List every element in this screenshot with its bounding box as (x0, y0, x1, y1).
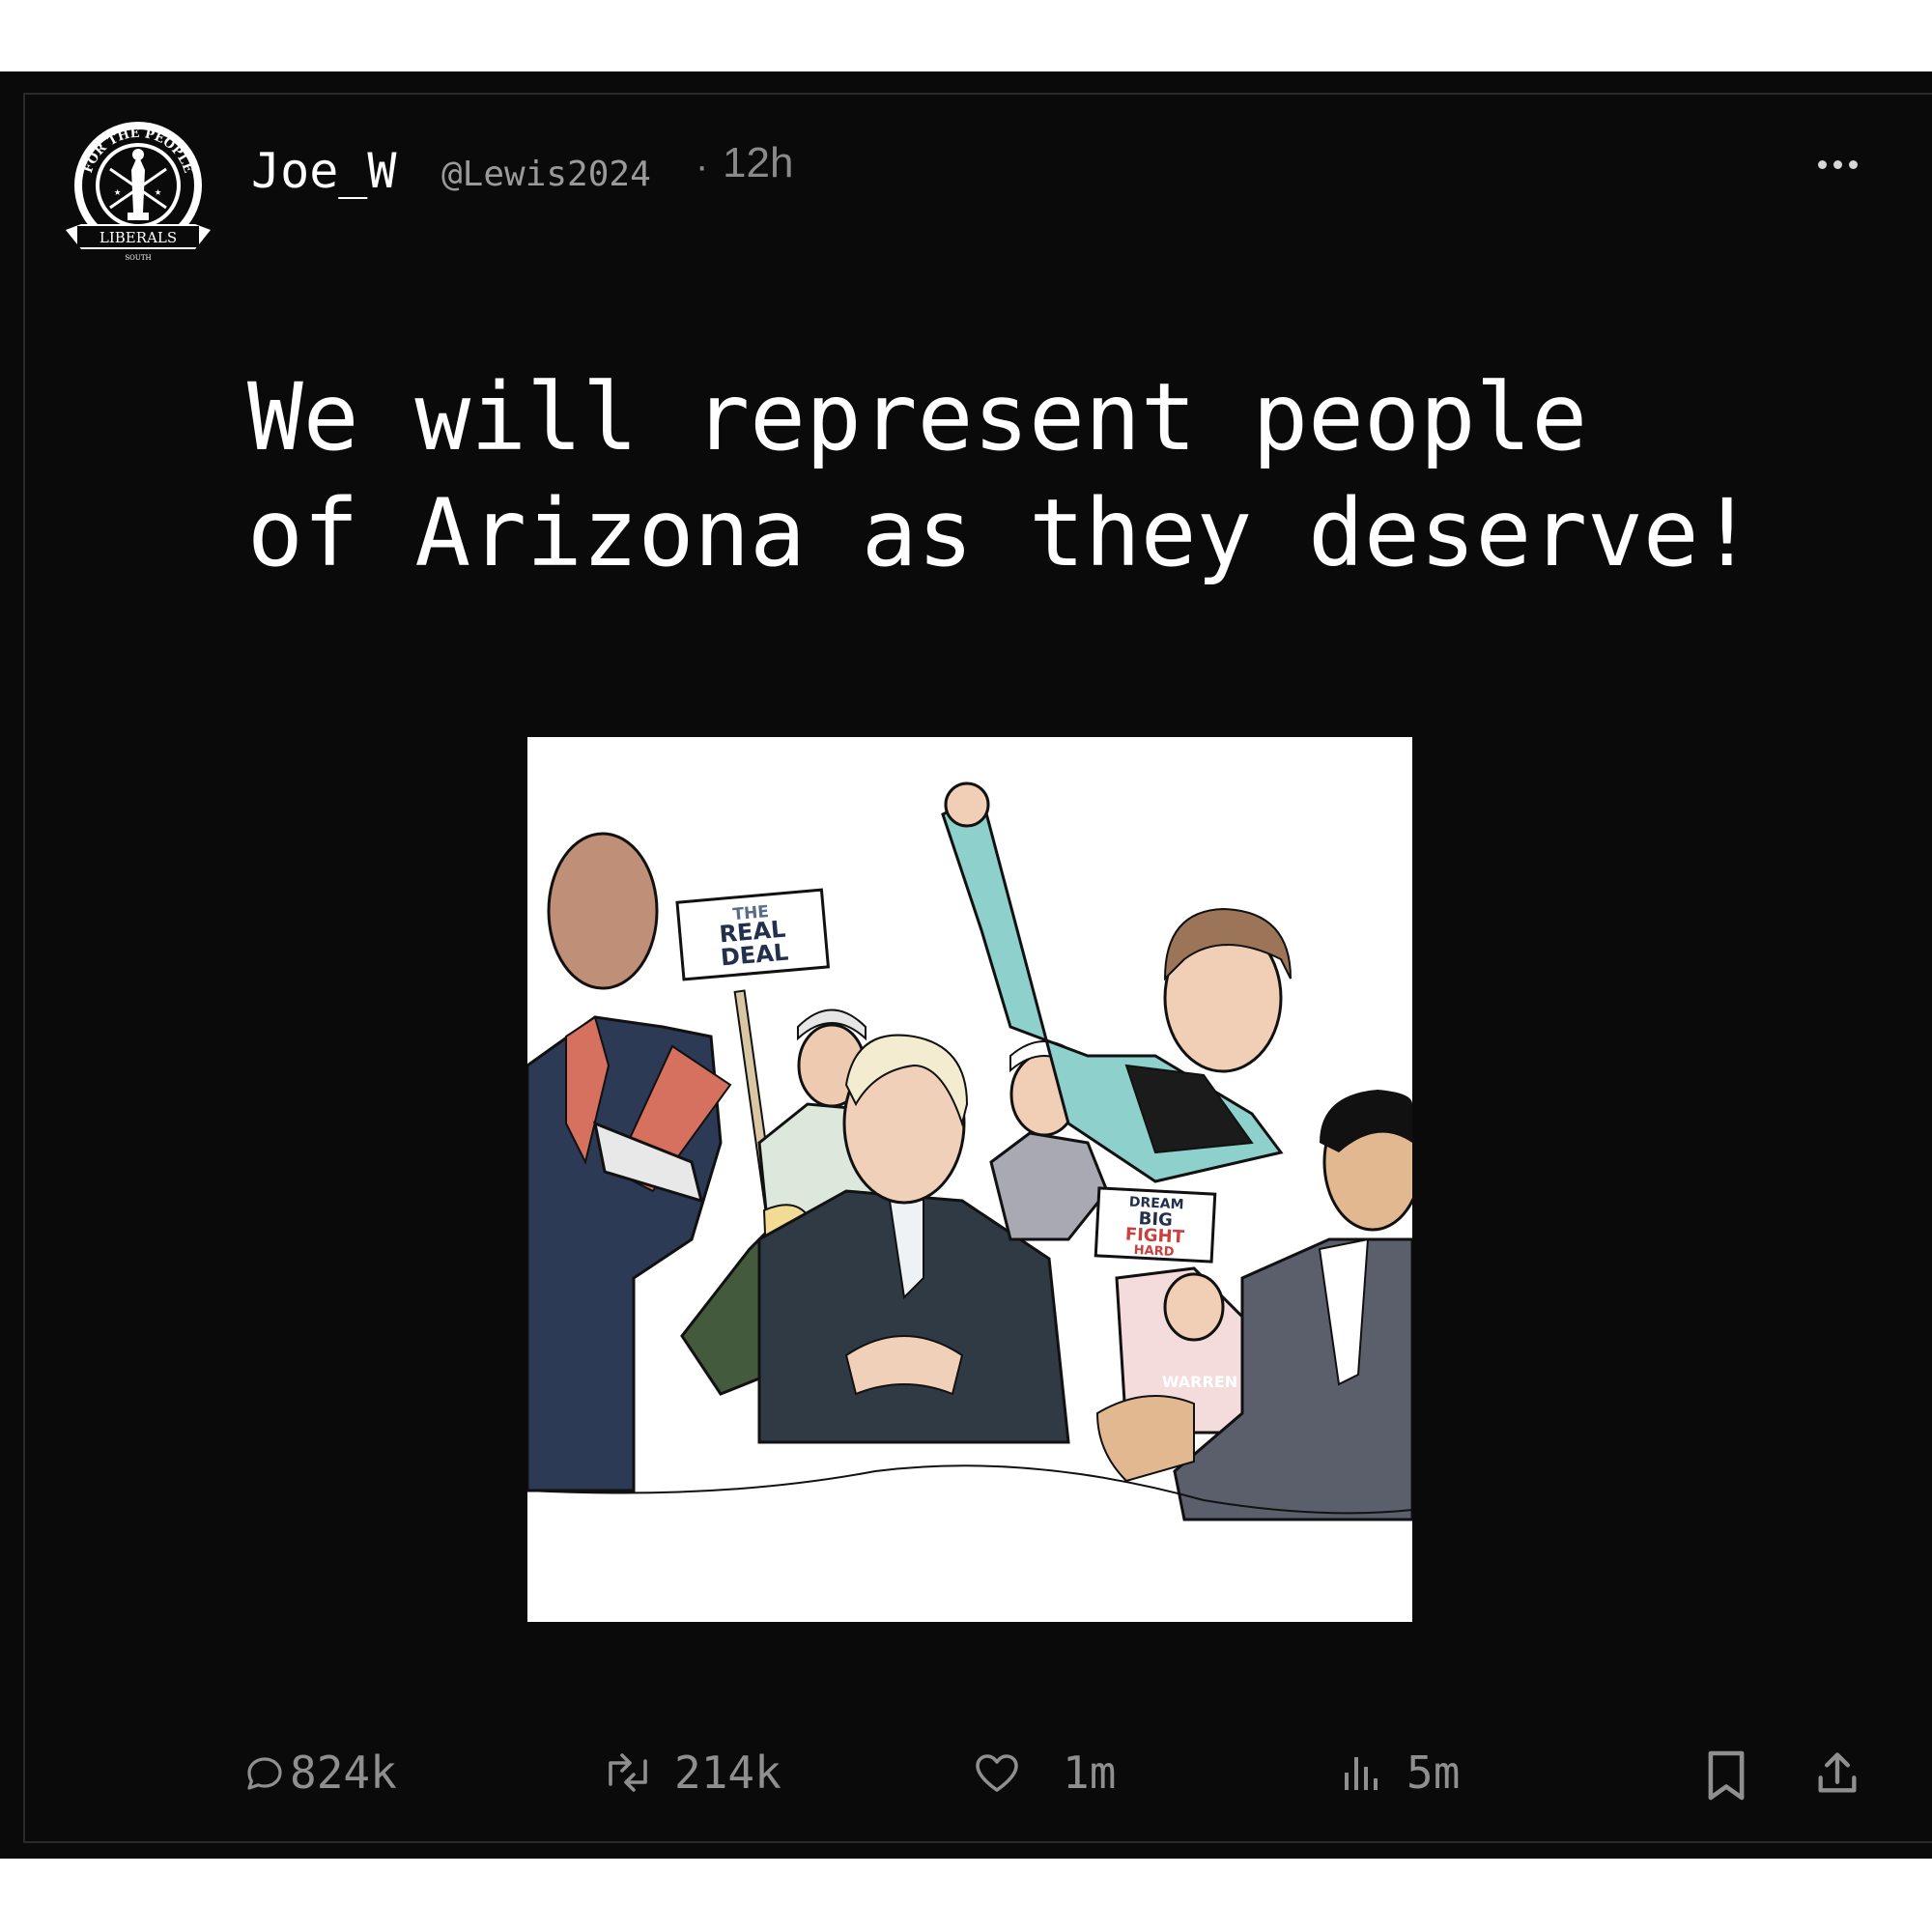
share-icon (1818, 1752, 1857, 1793)
timestamp[interactable]: 12h (723, 139, 793, 187)
svg-text:SOUTH: SOUTH (125, 254, 151, 262)
views-count: 5m (1406, 1747, 1461, 1799)
tweet-text: We will represent people of Arizona as t… (247, 363, 1755, 587)
share-button[interactable] (1812, 1748, 1862, 1799)
like-count: 1m (1063, 1747, 1117, 1799)
svg-text:HARD: HARD (1133, 1243, 1175, 1260)
reply-icon (247, 1757, 282, 1790)
svg-text:★: ★ (114, 185, 121, 198)
like-button[interactable]: 1m (972, 1747, 1116, 1799)
svg-text:★: ★ (155, 185, 161, 198)
heart-icon (976, 1754, 1018, 1792)
retweet-icon (609, 1753, 647, 1792)
display-name[interactable]: Joe_W (251, 143, 397, 199)
separator-dot: · (696, 145, 709, 187)
more-icon[interactable] (1812, 145, 1862, 184)
bookmark-icon (1708, 1750, 1745, 1801)
views-button[interactable]: 5m (1339, 1747, 1460, 1799)
avatar[interactable]: FOR THE PEOPLE ★ ★ LIBERALS SOUTH (64, 116, 213, 266)
bookmark-button[interactable] (1704, 1748, 1748, 1803)
reply-button[interactable]: 824k (242, 1747, 397, 1799)
svg-text:LIBERALS: LIBERALS (99, 229, 177, 246)
retweet-button[interactable]: 214k (601, 1747, 781, 1799)
views-icon (1345, 1757, 1378, 1790)
svg-text:WARREN: WARREN (1162, 1373, 1237, 1391)
crowd-illustration: THE REAL DEAL DREAM BIG FIGHT HARD WARRE… (527, 737, 1412, 1622)
reply-count: 824k (290, 1747, 397, 1799)
retweet-count: 214k (674, 1747, 781, 1799)
liberals-emblem-icon: FOR THE PEOPLE ★ ★ LIBERALS SOUTH (66, 122, 211, 262)
handle[interactable]: @Lewis2024 (441, 155, 651, 194)
tweet-image[interactable]: THE REAL DEAL DREAM BIG FIGHT HARD WARRE… (527, 737, 1412, 1622)
